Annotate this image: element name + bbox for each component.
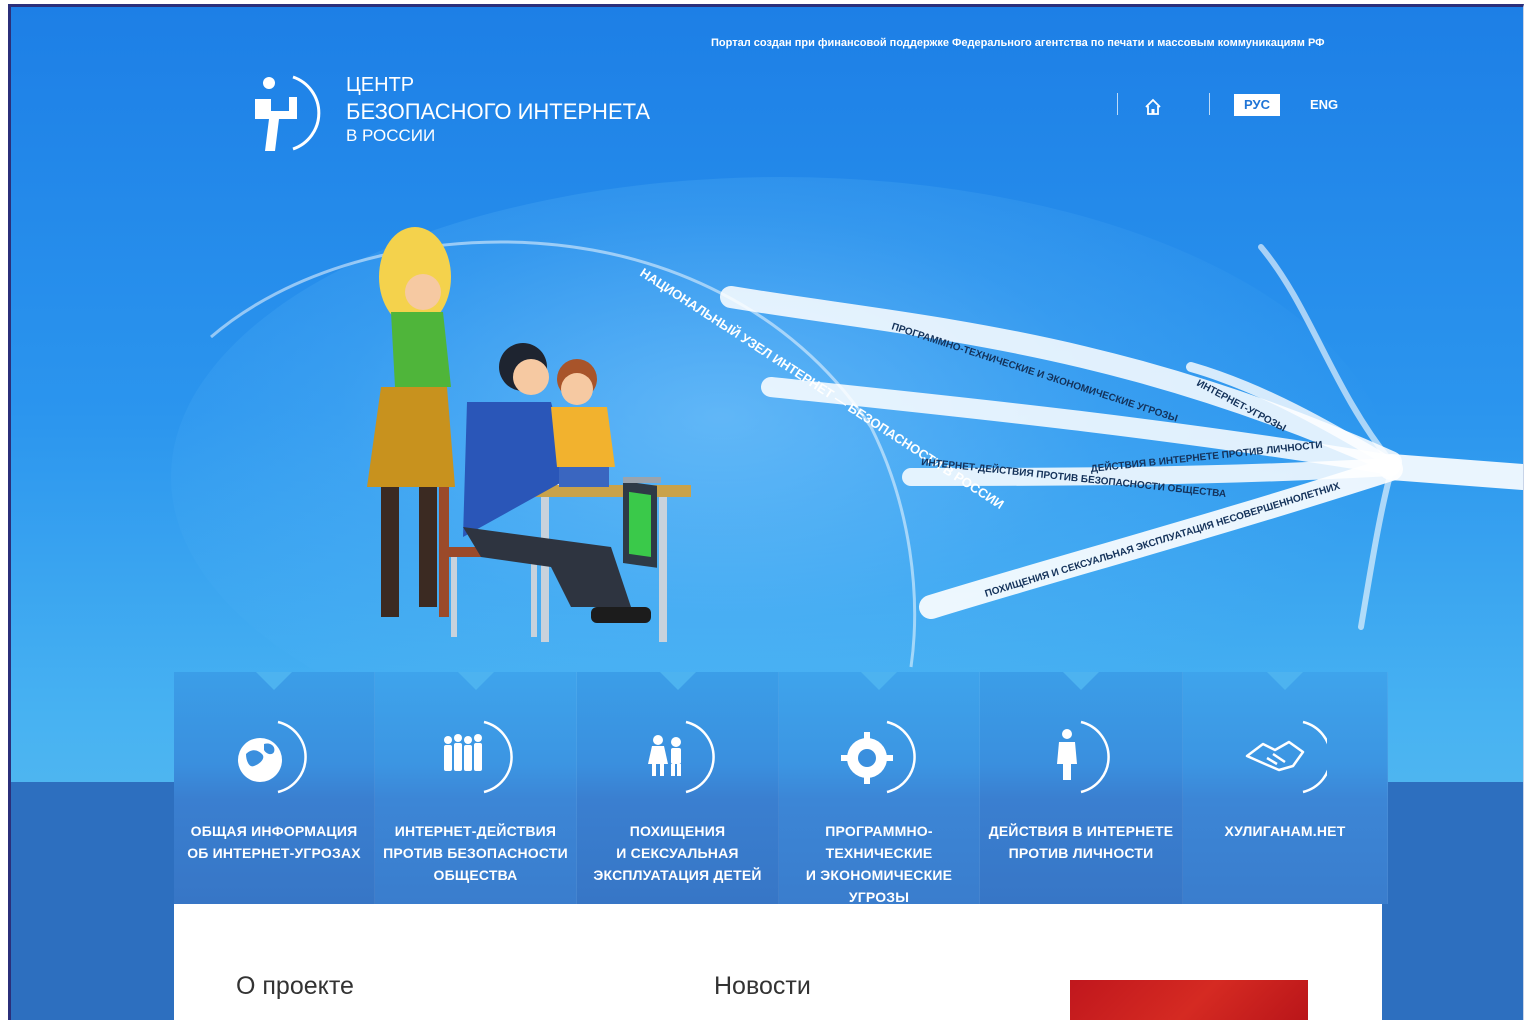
- nav-label-line: И ЭКОНОМИЧЕСКИЕ: [805, 867, 953, 883]
- nav-notch: [659, 672, 696, 690]
- handshake-icon: [1245, 720, 1327, 794]
- page-frame: Портал создан при финансовой поддержке Ф…: [8, 4, 1524, 1020]
- nav-label-line: И СЕКСУАЛЬНАЯ: [616, 845, 739, 861]
- nav-notch: [256, 672, 292, 690]
- nav-item-hooligans[interactable]: ХУЛИГАНАМ.НЕТ: [1183, 672, 1388, 904]
- category-nav: ОБЩАЯ ИНФОРМАЦИЯ ОБ ИНТЕРНЕТ-УГРОЗАХ ИНТ…: [174, 672, 1388, 905]
- about-title[interactable]: О проекте: [236, 972, 354, 1001]
- nav-item-general-info[interactable]: ОБЩАЯ ИНФОРМАЦИЯ ОБ ИНТЕРНЕТ-УГРОЗАХ: [174, 672, 375, 904]
- person-icon: [1057, 720, 1110, 794]
- nav-label-line: ОБЩЕСТВА: [433, 867, 518, 883]
- nav-label-line: ПОХИЩЕНИЯ: [629, 823, 726, 839]
- hero-illustration: НАЦИОНАЛЬНЫЙ УЗЕЛ ИНТЕРНЕТ — БЕЗОПАСНОСТ…: [210, 227, 1523, 668]
- nav-label-line: ПРОТИВ БЕЗОПАСНОСТИ: [383, 845, 568, 861]
- news-thumbnail[interactable]: [1070, 980, 1308, 1020]
- nav-label: ИНТЕРНЕТ-ДЕЙСТВИЯ ПРОТИВ БЕЗОПАСНОСТИ ОБ…: [375, 820, 576, 886]
- nav-item-child-exploitation[interactable]: ПОХИЩЕНИЯ И СЕКСУАЛЬНАЯ ЭКСПЛУАТАЦИЯ ДЕТ…: [577, 672, 779, 904]
- strand-label: ПОХИЩЕНИЯ И СЕКСУАЛЬНАЯ ЭКСПЛУАТАЦИЯ НЕС…: [984, 481, 1342, 600]
- nav-label-line: ЭКСПЛУАТАЦИЯ ДЕТЕЙ: [593, 867, 762, 883]
- nav-label: ХУЛИГАНАМ.НЕТ: [1183, 820, 1387, 842]
- family-illustration: [367, 227, 691, 642]
- nav-label-line: ПРОТИВ ЛИЧНОСТИ: [1008, 845, 1154, 861]
- nav-label-line: ИНТЕРНЕТ-ДЕЙСТВИЯ: [394, 823, 557, 839]
- nav-label: ПОХИЩЕНИЯ И СЕКСУАЛЬНАЯ ЭКСПЛУАТАЦИЯ ДЕТ…: [577, 820, 778, 886]
- nav-label-line: ДЕЙСТВИЯ В ИНТЕРНЕТЕ: [988, 823, 1174, 839]
- nav-notch: [457, 672, 494, 690]
- nav-notch: [861, 672, 897, 690]
- nav-label-line: ОБЩАЯ ИНФОРМАЦИЯ: [190, 823, 358, 839]
- nav-notch: [1063, 672, 1099, 690]
- nav-label-line: ОБ ИНТЕРНЕТ-УГРОЗАХ: [187, 845, 361, 861]
- nav-label-line: ХУЛИГАНАМ.НЕТ: [1224, 823, 1346, 839]
- people-group-icon: [443, 720, 513, 794]
- strands-graphic: [720, 244, 1523, 630]
- nav-label: ДЕЙСТВИЯ В ИНТЕРНЕТЕ ПРОТИВ ЛИЧНОСТИ: [980, 820, 1182, 864]
- content-panel: О проекте Новости: [174, 904, 1382, 1020]
- gear-icon: [841, 720, 916, 794]
- nav-item-society-security[interactable]: ИНТЕРНЕТ-ДЕЙСТВИЯ ПРОТИВ БЕЗОПАСНОСТИ ОБ…: [375, 672, 577, 904]
- nav-notch: [1267, 672, 1303, 690]
- nav-label-line: ПРОГРАММНО-ТЕХНИЧЕСКИЕ: [825, 823, 933, 861]
- nav-item-personal-threats[interactable]: ДЕЙСТВИЯ В ИНТЕРНЕТЕ ПРОТИВ ЛИЧНОСТИ: [980, 672, 1183, 904]
- globe-icon: [238, 720, 307, 794]
- nav-label: ОБЩАЯ ИНФОРМАЦИЯ ОБ ИНТЕРНЕТ-УГРОЗАХ: [174, 820, 374, 864]
- news-title[interactable]: Новости: [714, 972, 811, 1001]
- nav-item-technical-threats[interactable]: ПРОГРАММНО-ТЕХНИЧЕСКИЕ И ЭКОНОМИЧЕСКИЕ У…: [779, 672, 980, 905]
- children-icon: [647, 720, 715, 794]
- nav-label: ПРОГРАММНО-ТЕХНИЧЕСКИЕ И ЭКОНОМИЧЕСКИЕ У…: [779, 820, 979, 908]
